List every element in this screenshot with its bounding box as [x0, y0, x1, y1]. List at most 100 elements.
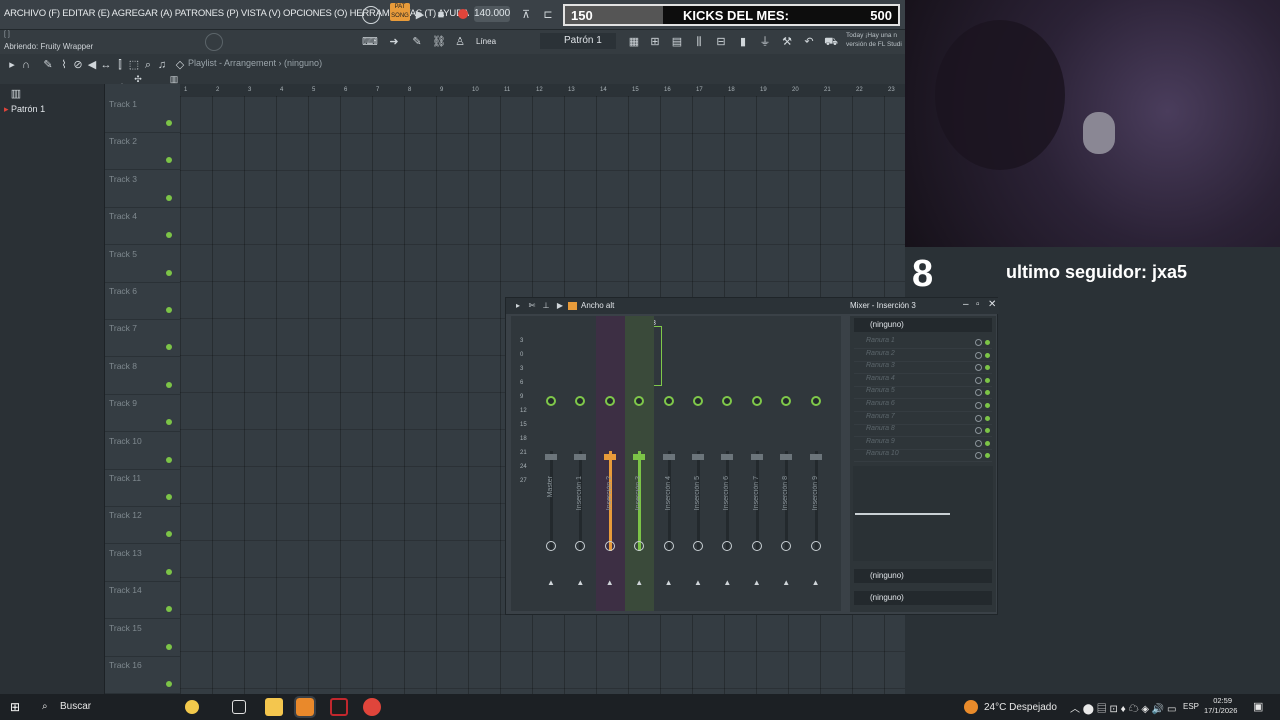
effect-slot[interactable]: Ranura 2 [854, 350, 992, 362]
slot-enable-led-icon[interactable] [985, 428, 990, 434]
file-icon[interactable]: ▮ [735, 34, 751, 50]
track-led-icon[interactable] [166, 531, 172, 538]
fader-cap[interactable] [545, 454, 557, 460]
record-button[interactable] [458, 9, 468, 19]
minimize-icon[interactable]: – [963, 299, 969, 310]
obs-icon[interactable] [330, 698, 348, 716]
slot-mix-knob-icon[interactable] [975, 364, 982, 372]
stereo-separation-icon[interactable] [693, 541, 703, 551]
wrench-icon[interactable]: ⚒ [779, 34, 795, 50]
stereo-separation-icon[interactable] [810, 541, 821, 551]
track-led-icon[interactable] [166, 381, 172, 388]
mixer-strip[interactable]: Inserción 3 ▲ [625, 316, 655, 611]
pattern-item[interactable]: ▸ Patrón 1 [4, 104, 45, 115]
track-header[interactable]: Track 9 [105, 395, 180, 433]
mixer-strip[interactable]: Master ▲ [537, 316, 566, 611]
route-arrow-icon[interactable]: ▲ [635, 578, 643, 587]
piano-roll-icon[interactable]: ▤ [669, 34, 685, 50]
fl-studio-taskbar-icon[interactable] [294, 696, 316, 718]
pat-song-toggle[interactable]: PAT SONG [390, 3, 410, 21]
effect-slot[interactable]: Ranura 4 [854, 375, 992, 387]
stereo-separation-icon[interactable] [722, 541, 733, 551]
track-header[interactable]: Track 11 [105, 470, 180, 507]
slot-enable-led-icon[interactable] [985, 403, 990, 408]
fader-cap[interactable] [574, 454, 587, 460]
track-header[interactable]: Track 4 [105, 208, 180, 246]
chrome-icon[interactable] [363, 698, 381, 716]
track-header[interactable]: Track 10 [105, 433, 180, 470]
windows-start-icon[interactable]: ⊞ [10, 700, 24, 714]
fader-cap[interactable] [750, 454, 763, 460]
mixer-strip[interactable]: Inserción 6 ▲ [713, 316, 742, 611]
wait-input-icon[interactable]: ⊏ [540, 7, 556, 23]
track-header[interactable]: Track 16 [105, 657, 180, 694]
notification-icon[interactable]: ▣ [1253, 700, 1263, 713]
snap-select[interactable]: Línea [476, 37, 496, 46]
mixer-strip[interactable]: Inserción 9 ▲ [802, 316, 831, 611]
mixer-strip[interactable]: Inserción 4 ▲ [655, 316, 684, 611]
arrow-icon[interactable]: ➜ [386, 34, 402, 50]
slot-enable-led-icon[interactable] [985, 377, 990, 383]
pan-knob-icon[interactable] [604, 396, 615, 406]
pan-knob-icon[interactable] [575, 396, 586, 406]
route-arrow-icon[interactable]: ▲ [694, 578, 702, 587]
clock[interactable]: 02:59 17/1/2026 [1204, 696, 1237, 716]
stereo-separation-icon[interactable] [575, 541, 586, 551]
stereo-separation-icon[interactable] [604, 541, 615, 551]
track-header[interactable]: Track 14 [105, 582, 180, 620]
mixer-icon[interactable]: ⫼ [691, 34, 707, 50]
playlist-icon[interactable]: ▦ [626, 34, 642, 50]
undo-icon[interactable]: ↶ [801, 34, 817, 50]
effect-slot[interactable]: Ranura 9 [854, 438, 992, 450]
fader-cap[interactable] [809, 454, 822, 460]
effect-slot[interactable]: Ranura 7 [854, 413, 992, 425]
track-header[interactable]: Track 6 [105, 283, 180, 320]
effect-slot[interactable]: Ranura 3 [854, 362, 992, 375]
pan-knob-icon[interactable] [546, 396, 556, 406]
weather-label[interactable]: 24°C Despejado [984, 702, 1057, 713]
input-select[interactable]: (ninguno) [854, 569, 992, 583]
track-led-icon[interactable] [166, 194, 172, 201]
language-indicator[interactable]: ESP [1183, 702, 1199, 711]
fader-cap[interactable] [662, 454, 675, 460]
pan-knob-icon[interactable] [663, 396, 674, 406]
keyboard-icon[interactable]: ⌨ [362, 34, 378, 50]
mixer-strip[interactable]: Inserción 5 ▲ [684, 316, 713, 611]
mixer-strip[interactable]: Inserción 2 ▲ [595, 316, 625, 611]
track-led-icon[interactable] [166, 419, 172, 426]
magnet-icon[interactable]: ∩ [18, 57, 34, 73]
fader-cap[interactable] [721, 454, 734, 460]
mixer-route-icon[interactable]: ▶ [552, 298, 568, 314]
fader-cap[interactable] [692, 454, 704, 460]
mixer-strip[interactable]: Inserción 7 ▲ [743, 316, 772, 611]
news-panel[interactable]: Today ¡Hay una n versión de FL Studi [846, 31, 904, 49]
fader-cap[interactable] [633, 454, 646, 460]
stereo-separation-icon[interactable] [781, 541, 792, 551]
channel-rack-icon[interactable]: ⊞ [647, 34, 663, 50]
maximize-icon[interactable]: ▫ [976, 299, 980, 310]
slot-mix-knob-icon[interactable] [975, 339, 982, 346]
pan-knob-icon[interactable] [781, 396, 792, 406]
effect-slot[interactable]: Ranura 6 [854, 400, 992, 412]
pan-knob-icon[interactable] [634, 396, 645, 406]
slot-mix-knob-icon[interactable] [975, 402, 982, 409]
browser-icon[interactable]: ⊟ [713, 34, 729, 50]
piano-icon[interactable]: ▥ [8, 86, 24, 102]
metronome-icon[interactable]: ⊼ [518, 7, 534, 23]
track-led-icon[interactable] [166, 606, 172, 613]
slot-mix-knob-icon[interactable] [975, 389, 982, 397]
file-explorer-icon[interactable] [265, 698, 283, 716]
plug-icon[interactable]: ⏚ [757, 34, 773, 50]
pan-knob-icon[interactable] [722, 396, 733, 406]
track-header[interactable]: Track 1 [105, 96, 180, 133]
track-led-icon[interactable] [166, 494, 172, 500]
track-led-icon[interactable] [166, 643, 172, 650]
widgets-icon[interactable] [185, 700, 199, 714]
tempo-display[interactable]: 140.000 [474, 6, 510, 22]
tray-icons[interactable]: ︿ ⬤ ▤ ⊡ ♦ ☁ ◈ 🔊 ▭ [1070, 700, 1177, 715]
stop-icon[interactable]: ■ [433, 7, 449, 23]
slot-enable-led-icon[interactable] [985, 365, 990, 371]
slot-mix-knob-icon[interactable] [975, 376, 982, 384]
pan-knob-icon[interactable] [693, 396, 703, 406]
mixer-strip[interactable]: Inserción 1 ▲ [566, 316, 595, 611]
